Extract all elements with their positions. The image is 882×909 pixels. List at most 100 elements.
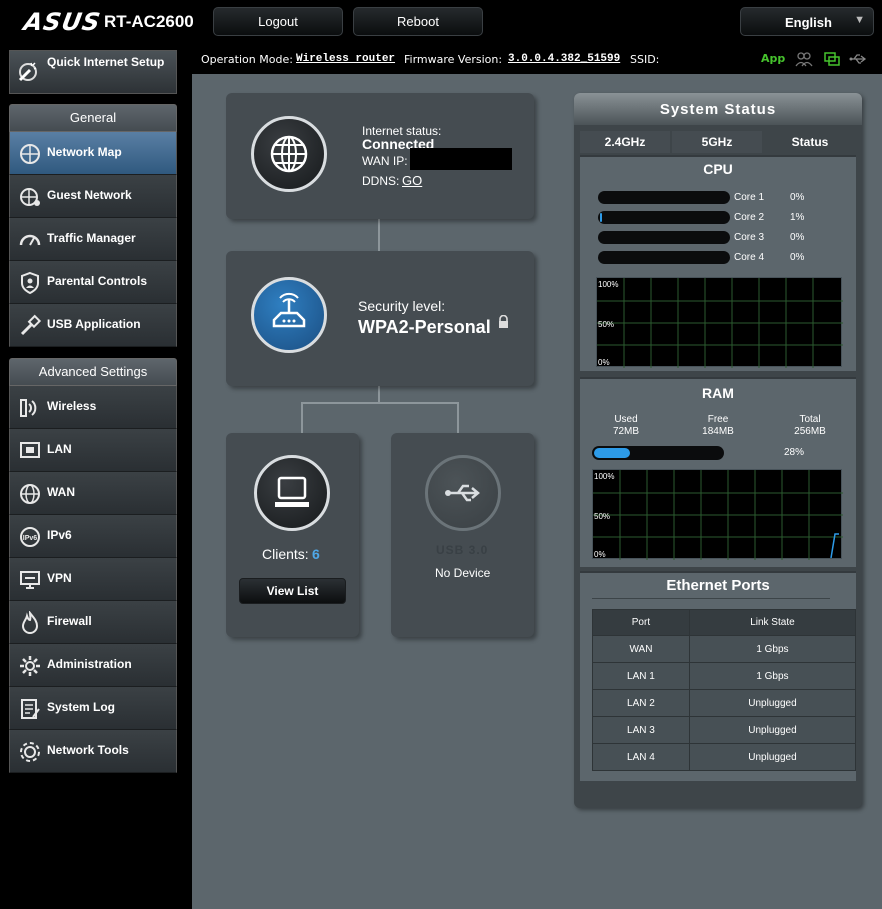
ram-free-label: Free <box>707 414 729 425</box>
wan-icon <box>18 482 42 506</box>
sidebar-item-ipv6[interactable]: IPv6 IPv6 <box>9 515 177 558</box>
firewall-icon <box>18 610 42 635</box>
cpu-core-percent: 0% <box>790 232 805 243</box>
sidebar-item-label: USB Application <box>47 317 141 331</box>
quick-internet-setup-button[interactable]: Quick Internet Setup <box>9 50 177 94</box>
ram-usage-fill <box>594 448 630 458</box>
cpu-core-label: Core 1 <box>734 192 765 203</box>
table-row: LAN 2 Unplugged <box>592 689 857 717</box>
sidebar-item-system-log[interactable]: System Log <box>9 687 177 730</box>
sidebar-item-label: Firewall <box>47 614 92 628</box>
network-status-icon[interactable] <box>823 51 841 67</box>
sidebar-item-wan[interactable]: WAN <box>9 472 177 515</box>
connector-line <box>378 218 380 252</box>
ram-used: Used 72MB <box>596 414 656 438</box>
ethernet-title: Ethernet Ports <box>666 577 770 594</box>
table-row: WAN 1 Gbps <box>592 635 857 663</box>
usb-card[interactable] <box>391 433 534 637</box>
sidebar-item-parental-controls[interactable]: Parental Controls <box>9 261 177 304</box>
tab-2-4ghz[interactable]: 2.4GHz <box>580 131 670 153</box>
usb-icon[interactable] <box>425 455 501 531</box>
lock-icon <box>499 315 508 328</box>
advanced-settings-title: Advanced Settings <box>9 358 177 386</box>
sidebar-item-label: System Log <box>47 700 116 714</box>
sidebar-item-wireless[interactable]: Wireless <box>9 386 177 429</box>
ddns-label: DDNS: <box>362 174 400 188</box>
clients-status-icon[interactable] <box>795 51 813 67</box>
wan-ip-label: WAN IP: <box>362 154 408 168</box>
administration-icon <box>18 654 42 678</box>
app-link[interactable]: App <box>761 52 785 65</box>
cpu-core-label: Core 3 <box>734 232 765 243</box>
sidebar-item-network-map[interactable]: Network Map <box>9 132 177 175</box>
internet-globe-icon[interactable] <box>251 116 327 192</box>
client-computer-icon[interactable] <box>254 455 330 531</box>
logout-button[interactable]: Logout <box>213 7 343 36</box>
column-header-link-state: Link State <box>688 609 857 636</box>
firmware-link[interactable]: 3.0.0.4.382_51599 <box>508 53 620 65</box>
svg-text:IPv6: IPv6 <box>23 535 38 542</box>
cpu-core-bar <box>598 251 730 264</box>
tab-5ghz[interactable]: 5GHz <box>672 131 762 153</box>
traffic-manager-icon <box>18 228 42 252</box>
sidebar-item-administration[interactable]: Administration <box>9 644 177 687</box>
ddns-go-link[interactable]: GO <box>402 173 422 188</box>
sidebar-item-label: Network Tools <box>47 743 129 757</box>
divider <box>592 598 830 599</box>
ram-graph-grid <box>593 470 843 560</box>
ram-total-value: 256MB <box>794 426 826 437</box>
model-name: RT-AC2600 <box>104 12 194 31</box>
sidebar-item-vpn[interactable]: VPN <box>9 558 177 601</box>
port-name: LAN 3 <box>592 716 690 744</box>
view-list-button[interactable]: View List <box>239 578 346 604</box>
cpu-core-label: Core 2 <box>734 212 765 223</box>
ssid-label: SSID: <box>630 53 660 66</box>
sidebar-item-usb-application[interactable]: USB Application <box>9 304 177 347</box>
sidebar-item-network-tools[interactable]: Network Tools <box>9 730 177 773</box>
sidebar-item-lan[interactable]: LAN <box>9 429 177 472</box>
ram-total-label: Total <box>799 414 821 425</box>
port-name: WAN <box>592 635 690 663</box>
sidebar-item-traffic-manager[interactable]: Traffic Manager <box>9 218 177 261</box>
lan-icon <box>18 439 42 463</box>
cpu-title: CPU <box>703 161 733 177</box>
sidebar-item-firewall[interactable]: Firewall <box>9 601 177 644</box>
table-row: LAN 4 Unplugged <box>592 743 857 771</box>
clients-count[interactable]: 6 <box>312 546 320 562</box>
link-state: 1 Gbps <box>688 662 857 690</box>
clients-card[interactable] <box>226 433 359 637</box>
ram-usage-graph: 100% 50% 0% <box>592 469 843 560</box>
status-bar: Operation Mode: Wireless router Firmware… <box>192 44 882 74</box>
port-name: LAN 4 <box>592 743 690 771</box>
security-level-label: Security level: <box>358 298 446 314</box>
usb-status-icon[interactable] <box>849 51 867 67</box>
link-state: Unplugged <box>688 716 857 744</box>
ram-used-label: Used <box>614 414 638 425</box>
cpu-graph-label-100: 100% <box>598 280 619 289</box>
cpu-core-bar <box>598 211 730 224</box>
cpu-core-fill <box>600 213 602 222</box>
cpu-core-bar <box>598 231 730 244</box>
link-state: 1 Gbps <box>688 635 857 663</box>
cpu-graph-grid <box>597 278 843 368</box>
table-row: LAN 3 Unplugged <box>592 716 857 744</box>
ram-free-value: 184MB <box>702 426 734 437</box>
cpu-core-label: Core 4 <box>734 252 765 263</box>
router-icon[interactable] <box>251 277 327 353</box>
language-select[interactable]: English ▼ <box>740 7 874 36</box>
sidebar-item-guest-network[interactable]: Guest Network <box>9 175 177 218</box>
ethernet-section: Ethernet Ports Port Link State WAN 1 Gbps… <box>580 571 857 781</box>
sidebar-item-label: IPv6 <box>47 528 72 542</box>
network-map-icon <box>18 142 42 166</box>
op-mode-link[interactable]: Wireless router <box>296 53 395 65</box>
cpu-section: CPU Core 1 0% Core 2 1% Core 3 0% Core 4 0% 100… <box>580 155 856 371</box>
ram-graph-label-0: 0% <box>594 550 606 559</box>
ethernet-ports-table: Port Link State WAN 1 Gbps LAN 11 Gbps LAN … <box>592 609 857 771</box>
reboot-button[interactable]: Reboot <box>353 7 483 36</box>
firmware-label: Firmware Version: <box>404 53 503 66</box>
connector-line <box>301 402 459 404</box>
tab-status[interactable]: Status <box>764 131 856 153</box>
cpu-usage-graph: 100% 50% 0% <box>596 277 843 368</box>
parental-controls-icon <box>18 271 42 295</box>
sidebar-item-label: LAN <box>47 442 72 456</box>
